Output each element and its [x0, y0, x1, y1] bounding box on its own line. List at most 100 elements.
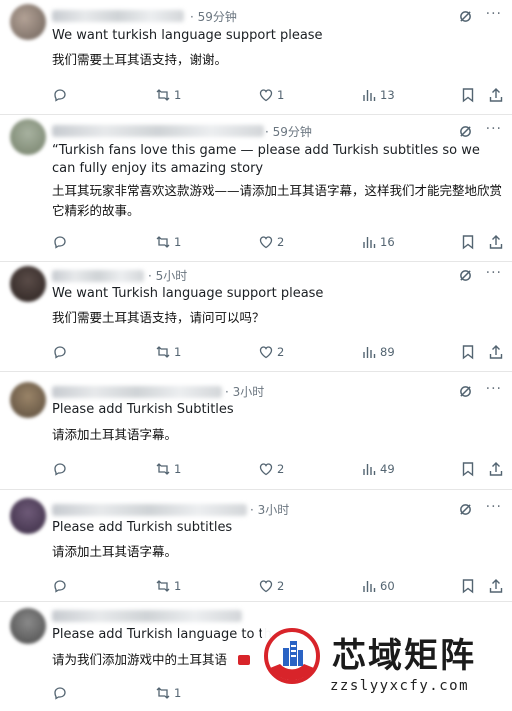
- like-button[interactable]: 2: [258, 578, 284, 594]
- author-name-blurred[interactable]: [52, 10, 184, 22]
- like-count: 2: [277, 235, 285, 249]
- tweet-text-en: Please add Turkish Subtitles: [52, 402, 234, 417]
- share-button[interactable]: [488, 87, 504, 103]
- views-button[interactable]: 13: [361, 87, 395, 103]
- share-button[interactable]: [488, 461, 504, 477]
- bookmark-icon: [462, 235, 474, 250]
- more-options-icon[interactable]: ···: [486, 121, 502, 137]
- retweet-button[interactable]: 1: [155, 234, 181, 250]
- grok-icon[interactable]: [459, 385, 472, 398]
- reply-button[interactable]: [52, 461, 68, 477]
- author-name-blurred[interactable]: [52, 270, 144, 282]
- bookmark-icon: [462, 88, 474, 103]
- tweet-actions: 1 1 13: [52, 87, 504, 105]
- share-icon: [489, 462, 503, 476]
- reply-button[interactable]: [52, 344, 68, 360]
- reply-button[interactable]: [52, 234, 68, 250]
- like-count: 1: [277, 88, 285, 102]
- timestamp[interactable]: · 59分钟: [265, 123, 312, 140]
- tweet-5[interactable]: · 3小时 ··· Please add Turkish subtitles 请…: [0, 490, 512, 602]
- tweet-actions: 1 2 16: [52, 234, 504, 252]
- logo-badge-icon: [264, 628, 320, 684]
- author-name-blurred[interactable]: [52, 610, 242, 622]
- view-count: 49: [380, 462, 395, 476]
- retweet-icon: [156, 236, 170, 248]
- bookmark-icon: [462, 579, 474, 594]
- timestamp[interactable]: · 3小时: [225, 383, 264, 400]
- logo-url: zzslyyxcfy.com: [330, 678, 470, 694]
- grok-icon[interactable]: [459, 10, 472, 23]
- retweet-button[interactable]: 1: [155, 685, 181, 701]
- retweet-button[interactable]: 1: [155, 344, 181, 360]
- reply-button[interactable]: [52, 87, 68, 103]
- timestamp[interactable]: · 5小时: [148, 267, 187, 284]
- retweet-button[interactable]: 1: [155, 578, 181, 594]
- reply-icon: [54, 687, 66, 700]
- share-button[interactable]: [488, 578, 504, 594]
- retweet-count: 1: [174, 88, 182, 102]
- bookmark-icon: [462, 345, 474, 360]
- heart-icon: [259, 463, 273, 476]
- views-button[interactable]: 89: [361, 344, 395, 360]
- tweet-3[interactable]: · 5小时 ··· We want Turkish language suppo…: [0, 262, 512, 372]
- author-name-blurred[interactable]: [52, 125, 264, 137]
- share-button[interactable]: [488, 344, 504, 360]
- bookmark-button[interactable]: [461, 234, 475, 250]
- bookmark-button[interactable]: [461, 87, 475, 103]
- like-button[interactable]: 1: [258, 87, 284, 103]
- heart-icon: [259, 236, 273, 249]
- tweet-1[interactable]: · 59分钟 ··· We want turkish language supp…: [0, 0, 512, 115]
- more-options-icon[interactable]: ···: [486, 6, 502, 22]
- avatar[interactable]: [10, 382, 46, 418]
- views-button[interactable]: 60: [361, 578, 395, 594]
- share-button[interactable]: [488, 234, 504, 250]
- avatar[interactable]: [10, 119, 46, 155]
- tweet-text-en: We want turkish language support please: [52, 28, 323, 43]
- reply-icon: [54, 236, 66, 249]
- bookmark-button[interactable]: [461, 578, 475, 594]
- avatar[interactable]: [10, 608, 46, 644]
- author-name-blurred[interactable]: [52, 386, 222, 398]
- share-icon: [489, 88, 503, 102]
- heart-icon: [259, 580, 273, 593]
- author-name-blurred[interactable]: [52, 504, 247, 516]
- avatar[interactable]: [10, 4, 46, 40]
- like-count: 2: [277, 579, 285, 593]
- tweet-text-zh: 请添加土耳其语字幕。: [52, 544, 178, 559]
- retweet-count: 1: [174, 686, 182, 700]
- bookmark-button[interactable]: [461, 344, 475, 360]
- retweet-button[interactable]: 1: [155, 461, 181, 477]
- grok-icon[interactable]: [459, 269, 472, 282]
- retweet-icon: [156, 89, 170, 101]
- avatar[interactable]: [10, 498, 46, 534]
- retweet-count: 1: [174, 345, 182, 359]
- views-button[interactable]: 16: [361, 234, 395, 250]
- reply-button[interactable]: [52, 578, 68, 594]
- views-icon: [363, 237, 376, 248]
- like-button[interactable]: 2: [258, 461, 284, 477]
- retweet-count: 1: [174, 462, 182, 476]
- tweet-4[interactable]: · 3小时 ··· Please add Turkish Subtitles 请…: [0, 372, 512, 490]
- views-button[interactable]: 49: [361, 461, 395, 477]
- retweet-icon: [156, 463, 170, 475]
- timestamp[interactable]: · 3小时: [250, 501, 289, 518]
- tweet-actions: 1 2 60: [52, 578, 504, 596]
- bookmark-button[interactable]: [461, 461, 475, 477]
- avatar[interactable]: [10, 266, 46, 302]
- grok-icon[interactable]: [459, 503, 472, 516]
- timestamp[interactable]: · 59分钟: [190, 8, 237, 25]
- grok-icon[interactable]: [459, 125, 472, 138]
- tweet-2[interactable]: · 59分钟 ··· “Turkish fans love this game …: [0, 115, 512, 262]
- like-button[interactable]: 2: [258, 234, 284, 250]
- tweet-actions: 1 2 89: [52, 344, 504, 362]
- more-options-icon[interactable]: ···: [486, 265, 502, 281]
- retweet-button[interactable]: 1: [155, 87, 181, 103]
- view-count: 60: [380, 579, 395, 593]
- reply-icon: [54, 580, 66, 593]
- more-options-icon[interactable]: ···: [486, 499, 502, 515]
- tweet-actions: 1 2 49: [52, 461, 504, 479]
- more-options-icon[interactable]: ···: [486, 381, 502, 397]
- like-button[interactable]: 2: [258, 344, 284, 360]
- reply-button[interactable]: [52, 685, 68, 701]
- tweet-text-zh: 土耳其玩家非常喜欢这款游戏——请添加土耳其语字幕，这样我们才能完整地欣赏它精彩的…: [52, 183, 503, 218]
